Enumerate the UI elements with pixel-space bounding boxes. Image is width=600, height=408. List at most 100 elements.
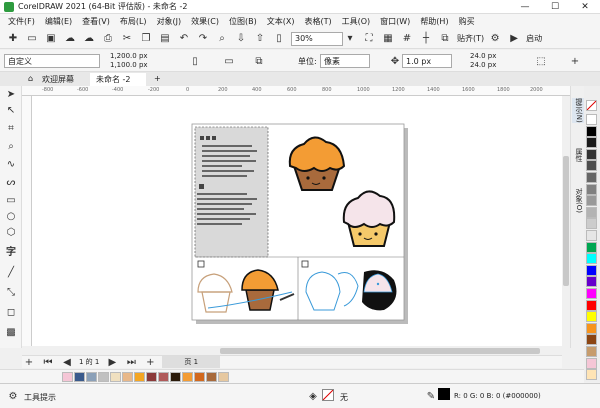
- snap-to-dropdown[interactable]: 贴齐(T): [457, 33, 484, 44]
- document-palette-swatch[interactable]: [122, 372, 133, 382]
- palette-swatch[interactable]: [586, 264, 597, 276]
- vertical-ruler[interactable]: [22, 96, 32, 346]
- zoom-dropdown-icon[interactable]: ▾: [343, 32, 357, 46]
- open-folder-icon[interactable]: ▭: [25, 32, 39, 46]
- redo-icon[interactable]: ↷: [196, 32, 210, 46]
- copy-icon[interactable]: ❐: [139, 32, 153, 46]
- drawing-canvas[interactable]: [32, 96, 562, 346]
- import-icon[interactable]: ⇩: [234, 32, 248, 46]
- add-toolbar-icon[interactable]: +: [568, 54, 582, 68]
- paste-icon[interactable]: ▤: [158, 32, 172, 46]
- palette-swatch[interactable]: [586, 206, 597, 218]
- document-palette-swatch[interactable]: [74, 372, 85, 382]
- interactive-fill-icon[interactable]: ◻: [4, 306, 18, 320]
- palette-swatch[interactable]: [586, 172, 597, 183]
- palette-swatch[interactable]: [586, 160, 597, 172]
- ellipse-tool-icon[interactable]: ○: [4, 210, 18, 224]
- search-icon[interactable]: ⌕: [215, 32, 229, 46]
- tab-untitled-2[interactable]: 未命名 -2: [90, 73, 146, 86]
- zoom-tool-icon[interactable]: ⌕: [4, 140, 18, 154]
- palette-swatch[interactable]: [586, 253, 597, 265]
- first-page-icon[interactable]: ⏮: [41, 355, 55, 369]
- artistic-media-icon[interactable]: ᔕ: [4, 176, 18, 190]
- menu-effects[interactable]: 效果(C): [191, 16, 219, 27]
- text-tool-icon[interactable]: 字: [4, 246, 18, 260]
- save-icon[interactable]: ▣: [44, 32, 58, 46]
- no-color-swatch[interactable]: [586, 100, 597, 111]
- duplicate-x-field[interactable]: 24.0 px: [470, 52, 496, 60]
- current-page-icon[interactable]: ⧉: [252, 54, 266, 68]
- full-screen-icon[interactable]: ⛶: [362, 32, 376, 46]
- menu-file[interactable]: 文件(F): [8, 16, 35, 27]
- docker-tab-properties[interactable]: 属性: [572, 148, 584, 162]
- horizontal-ruler[interactable]: -800 -600 -400 -200 0 200 400 600 800 10…: [22, 86, 570, 96]
- guidelines-icon[interactable]: ┼: [419, 32, 433, 46]
- palette-swatch[interactable]: [586, 311, 597, 323]
- last-page-icon[interactable]: ⏭: [124, 355, 138, 369]
- document-palette-swatch[interactable]: [146, 372, 157, 382]
- palette-swatch[interactable]: [586, 241, 597, 253]
- palette-swatch[interactable]: [586, 125, 597, 137]
- publish-pdf-icon[interactable]: ▯: [272, 32, 286, 46]
- launch-dropdown[interactable]: 启动: [526, 33, 542, 44]
- menu-view[interactable]: 查看(V): [82, 16, 110, 27]
- palette-swatch[interactable]: [586, 288, 597, 299]
- add-page-after-icon[interactable]: +: [143, 355, 157, 369]
- pick-tool-icon[interactable]: ➤: [4, 88, 18, 102]
- horizontal-scroll-thumb[interactable]: [220, 348, 540, 354]
- palette-swatch[interactable]: [586, 334, 597, 346]
- palette-swatch[interactable]: [586, 195, 597, 207]
- next-page-icon[interactable]: ▶: [105, 355, 119, 369]
- close-button[interactable]: ✕: [570, 2, 600, 12]
- rectangle-tool-icon[interactable]: ▭: [4, 194, 18, 208]
- duplicate-y-field[interactable]: 24.0 px: [470, 61, 496, 69]
- freehand-tool-icon[interactable]: ∿: [4, 158, 18, 172]
- outline-color-swatch[interactable]: [438, 388, 450, 400]
- connector-tool-icon[interactable]: ╱: [4, 266, 18, 280]
- minimize-button[interactable]: —: [510, 2, 540, 12]
- document-palette-swatch[interactable]: [218, 372, 229, 382]
- document-palette-swatch[interactable]: [194, 372, 205, 382]
- all-pages-icon[interactable]: ▭: [222, 54, 236, 68]
- docker-tab-objects[interactable]: 对象(O): [572, 188, 584, 213]
- page-height-field[interactable]: 1,100.0 px: [110, 61, 148, 69]
- palette-swatch[interactable]: [586, 230, 597, 241]
- palette-swatch[interactable]: [586, 218, 597, 230]
- polygon-tool-icon[interactable]: ⬡: [4, 226, 18, 240]
- cut-icon[interactable]: ✂: [120, 32, 134, 46]
- eyedropper-tool-icon[interactable]: ⤡: [4, 286, 18, 300]
- vertical-scroll-thumb[interactable]: [563, 156, 569, 286]
- fill-none-swatch[interactable]: [322, 389, 334, 401]
- document-palette-swatch[interactable]: [206, 372, 217, 382]
- document-palette-swatch[interactable]: [134, 372, 145, 382]
- gear-icon[interactable]: ⚙: [6, 389, 20, 403]
- document-palette-swatch[interactable]: [110, 372, 121, 382]
- horizontal-scrollbar[interactable]: [200, 347, 562, 355]
- palette-swatch[interactable]: [586, 322, 597, 334]
- palette-swatch[interactable]: [586, 183, 597, 195]
- launch-icon[interactable]: ▶: [507, 32, 521, 46]
- docker-tab-hints[interactable]: 提示(N): [572, 98, 584, 123]
- page-tab[interactable]: 页 1: [162, 356, 221, 368]
- menu-buy[interactable]: 购买: [459, 16, 475, 27]
- vertical-scrollbar[interactable]: [562, 96, 570, 346]
- show-grid-icon[interactable]: #: [400, 32, 414, 46]
- document-palette-swatch[interactable]: [170, 372, 181, 382]
- palette-swatch[interactable]: [586, 357, 597, 369]
- page-frame-icon[interactable]: ⬚: [534, 54, 548, 68]
- menu-layout[interactable]: 布局(L): [120, 16, 147, 27]
- menu-text[interactable]: 文本(X): [267, 16, 295, 27]
- add-page-before-icon[interactable]: +: [22, 355, 36, 369]
- palette-swatch[interactable]: [586, 276, 597, 288]
- cloud-upload-icon[interactable]: ☁: [63, 32, 77, 46]
- palette-swatch[interactable]: [586, 137, 597, 149]
- document-palette-swatch[interactable]: [158, 372, 169, 382]
- export-icon[interactable]: ⇧: [253, 32, 267, 46]
- palette-swatch[interactable]: [586, 369, 597, 381]
- new-document-icon[interactable]: ✚: [6, 32, 20, 46]
- print-icon[interactable]: ⎙: [101, 32, 115, 46]
- cloud-download-icon[interactable]: ☁: [82, 32, 96, 46]
- menu-edit[interactable]: 编辑(E): [45, 16, 72, 27]
- prev-page-icon[interactable]: ◀: [60, 355, 74, 369]
- menu-bitmaps[interactable]: 位图(B): [229, 16, 257, 27]
